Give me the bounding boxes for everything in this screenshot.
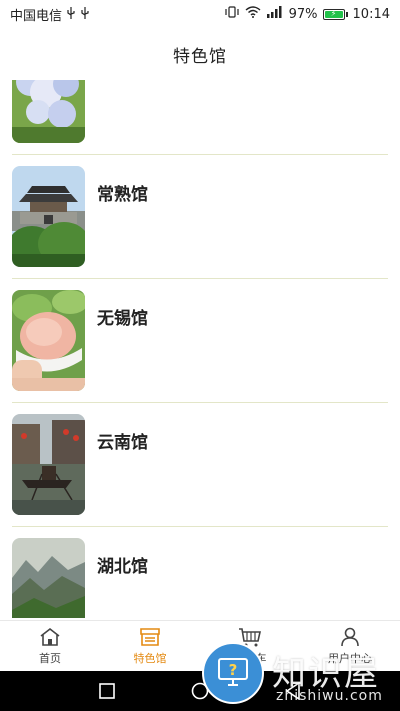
pavilion-item[interactable]: 无锡馆	[12, 279, 388, 403]
user-icon	[339, 627, 361, 647]
tab-label: 用户中心	[328, 651, 372, 665]
status-bar: 中国电信 97% ⚡ 10:14	[0, 0, 400, 28]
bottom-tab-bar: 首页 特色馆 购物车 用户中心	[0, 620, 400, 671]
pavilion-thumbnail	[12, 290, 85, 391]
tab-label: 特色馆	[133, 651, 167, 665]
circle-icon[interactable]	[180, 671, 220, 711]
wifi-icon	[245, 6, 261, 22]
battery-percent: 97%	[288, 6, 318, 22]
tab-home[interactable]: 首页	[0, 621, 100, 671]
back-icon[interactable]	[273, 671, 313, 711]
tab-cart[interactable]: 购物车	[200, 621, 300, 671]
pavilion-name: 云南馆	[97, 433, 148, 453]
pavilion-item[interactable]: 常熟馆	[12, 155, 388, 279]
battery-icon: ⚡	[322, 8, 348, 20]
tab-label: 购物车	[233, 651, 267, 665]
pavilion-item[interactable]	[12, 68, 388, 155]
usb-icon	[66, 6, 76, 22]
pavilion-thumbnail	[12, 166, 85, 267]
page-title: 特色馆	[173, 46, 227, 67]
title-bar: 特色馆	[0, 28, 400, 80]
system-nav-bar	[0, 671, 400, 711]
pavilion-thumbnail	[12, 538, 85, 618]
tab-user[interactable]: 用户中心	[300, 621, 400, 671]
pavilion-name: 无锡馆	[97, 309, 148, 329]
home-icon	[39, 627, 61, 647]
tab-label: 首页	[39, 651, 61, 665]
usb-icon	[80, 6, 90, 22]
carrier-label: 中国电信	[10, 8, 63, 24]
pavilion-item[interactable]: 湖北馆	[12, 527, 388, 618]
pavilion-thumbnail	[12, 414, 85, 515]
signal-icon	[266, 6, 284, 22]
pavilion-name: 湖北馆	[97, 557, 148, 577]
square-icon[interactable]	[87, 671, 127, 711]
cart-icon	[238, 627, 262, 647]
vibrate-icon	[224, 6, 240, 22]
storefront-icon	[139, 627, 161, 647]
clock: 10:14	[352, 6, 390, 22]
pavilion-item[interactable]: 云南馆	[12, 403, 388, 527]
pavilion-name: 常熟馆	[97, 185, 148, 205]
tab-pavilion[interactable]: 特色馆	[100, 621, 200, 671]
pavilion-list[interactable]: 常熟馆 无锡馆 云南馆 湖北馆	[0, 68, 400, 618]
